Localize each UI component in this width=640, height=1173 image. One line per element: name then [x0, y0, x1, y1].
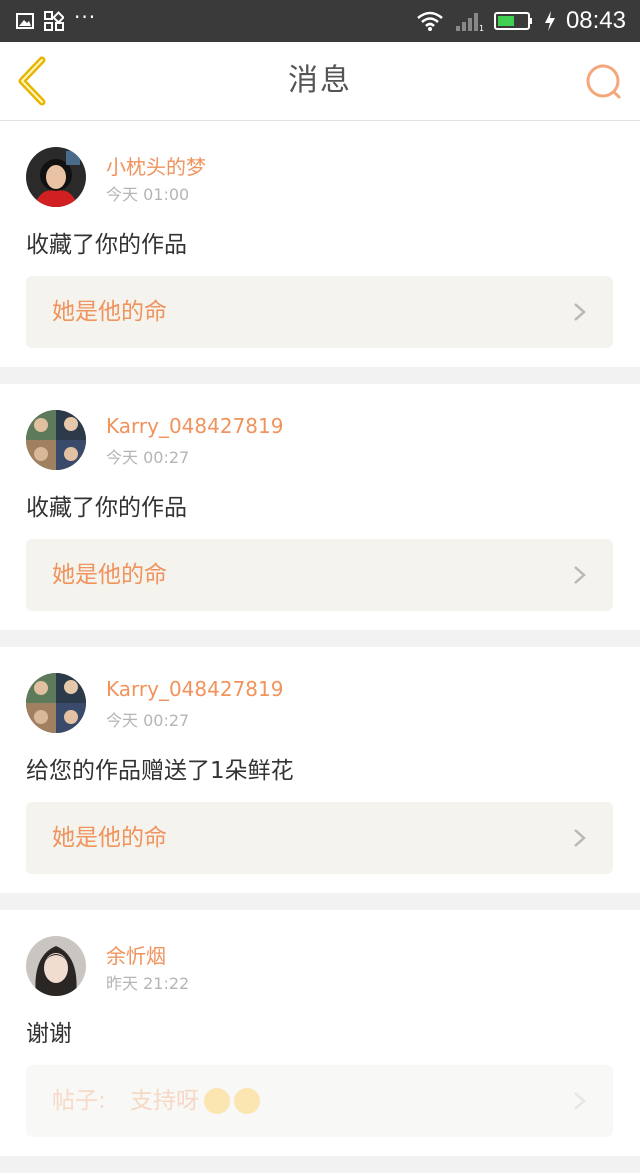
message-text: 给您的作品赠送了1朵鲜花	[26, 758, 294, 784]
avatar[interactable]	[26, 147, 86, 207]
username[interactable]: 小枕头的梦	[106, 151, 206, 180]
status-time: 08:43	[565, 7, 626, 34]
message-card: Karry_048427819 今天 00:27 给您的作品赠送了1朵鲜花 她是…	[0, 647, 640, 893]
timestamp: 今天 00:27	[106, 711, 190, 730]
post-link[interactable]: 帖子: 支持呀	[26, 1065, 613, 1137]
post-label: 帖子:	[52, 1088, 106, 1114]
avatar[interactable]	[26, 673, 86, 733]
emoji-icon	[234, 1088, 260, 1114]
emoji-icon	[204, 1088, 230, 1114]
message-list: 小枕头的梦 今天 01:00 收藏了你的作品 她是他的命 Karry_04842…	[0, 121, 640, 1173]
work-link[interactable]: 她是他的命	[26, 539, 613, 611]
signal-icon: 1	[455, 13, 484, 32]
app-grid-icon	[44, 11, 64, 31]
work-title: 她是他的命	[52, 299, 167, 325]
message-card: 余忻烟 昨天 21:22 谢谢 帖子: 支持呀	[0, 910, 640, 1156]
battery-icon	[493, 12, 532, 30]
avatar-image	[26, 147, 86, 207]
work-title: 她是他的命	[52, 562, 167, 588]
avatar[interactable]	[26, 410, 86, 470]
status-bar: ··· 1 08:43	[0, 0, 640, 42]
message-card: Karry_048427819 今天 00:27 收藏了你的作品 她是他的命	[0, 384, 640, 630]
message-text: 谢谢	[26, 1021, 72, 1047]
chevron-right-icon	[574, 303, 586, 321]
nav-bar: 消息	[0, 42, 640, 121]
gallery-icon	[16, 13, 34, 29]
chevron-right-icon	[574, 829, 586, 847]
work-title: 她是他的命	[52, 825, 167, 851]
search-button[interactable]	[584, 62, 624, 102]
username[interactable]: Karry_048427819	[106, 414, 283, 438]
avatar[interactable]	[26, 936, 86, 996]
charging-icon	[544, 11, 555, 31]
avatar-image	[26, 410, 86, 470]
work-link[interactable]: 她是他的命	[26, 802, 613, 874]
avatar-image	[26, 673, 86, 733]
page-title: 消息	[288, 63, 352, 98]
status-bar-right: 1 08:43	[416, 0, 626, 42]
chevron-right-icon	[574, 566, 586, 584]
message-card: 小枕头的梦 今天 01:00 收藏了你的作品 她是他的命	[0, 121, 640, 367]
message-text: 收藏了你的作品	[26, 232, 187, 258]
work-link[interactable]: 她是他的命	[26, 276, 613, 348]
message-text: 收藏了你的作品	[26, 495, 187, 521]
more-indicator: ···	[74, 5, 97, 29]
timestamp: 昨天 21:22	[106, 974, 190, 993]
username[interactable]: Karry_048427819	[106, 677, 283, 701]
post-title: 支持呀	[130, 1088, 199, 1114]
chevron-right-icon	[574, 1092, 586, 1110]
wifi-icon	[417, 11, 443, 31]
username[interactable]: 余忻烟	[106, 940, 166, 969]
svg-text:1: 1	[479, 24, 484, 32]
search-icon	[586, 64, 621, 99]
avatar-image	[26, 936, 86, 996]
status-bar-left: ···	[16, 0, 96, 42]
timestamp: 今天 00:27	[106, 448, 190, 467]
timestamp: 今天 01:00	[106, 185, 190, 204]
